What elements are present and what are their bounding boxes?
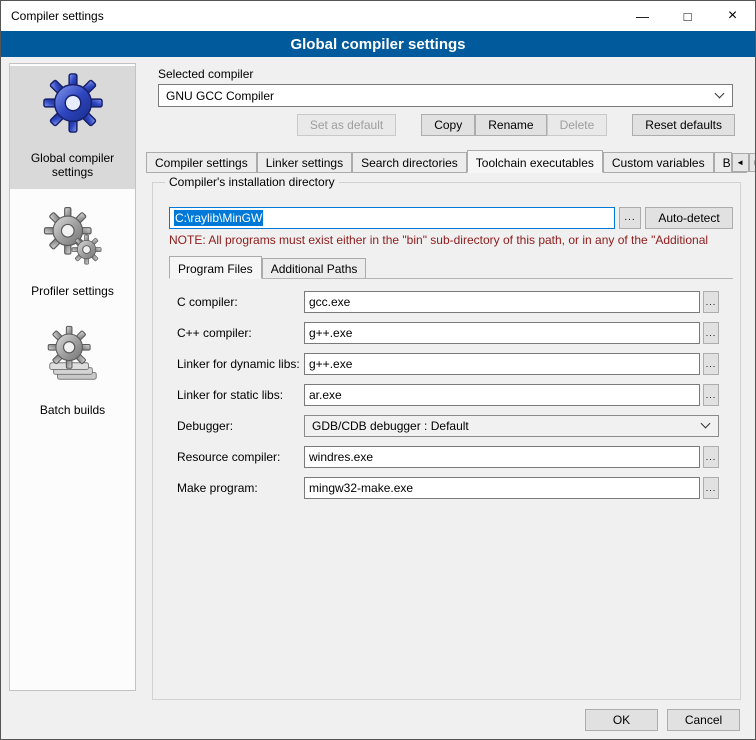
- static-linker-value: ar.exe: [309, 388, 342, 402]
- auto-detect-button[interactable]: Auto-detect: [645, 207, 733, 229]
- subtab-program-files[interactable]: Program Files: [169, 256, 262, 279]
- c-compiler-label: C compiler:: [177, 295, 304, 309]
- subtab-additional-paths[interactable]: Additional Paths: [262, 258, 367, 278]
- sidebar-item-label: Profiler settings: [12, 284, 133, 298]
- global-compiler-gear-icon: [42, 72, 104, 134]
- install-dir-browse-button[interactable]: ...: [619, 207, 641, 229]
- ok-button[interactable]: OK: [585, 709, 658, 731]
- dynamic-linker-input[interactable]: g++.exe: [304, 353, 700, 375]
- install-dir-row: C:\raylib\MinGW ... Auto-detect: [169, 207, 733, 230]
- make-program-row: Make program: mingw32-make.exe ...: [177, 477, 719, 499]
- make-program-browse-button[interactable]: ...: [703, 477, 719, 499]
- tab-scroll-left-icon[interactable]: ◄: [732, 153, 749, 172]
- program-files-tabstrip: Program Files Additional Paths: [169, 257, 733, 279]
- compiler-actions: Set as default Copy Rename Delete Reset …: [144, 114, 735, 136]
- dynamic-linker-value: g++.exe: [309, 357, 352, 371]
- sidebar-item-batch-builds[interactable]: Batch builds: [10, 318, 135, 427]
- debugger-label: Debugger:: [177, 419, 304, 433]
- banner-title: Global compiler settings: [1, 31, 755, 57]
- resource-compiler-value: windres.exe: [309, 450, 373, 464]
- group-title: Compiler's installation directory: [165, 175, 339, 189]
- note-text: NOTE: All programs must exist either in …: [169, 233, 738, 247]
- debugger-value: GDB/CDB debugger : Default: [312, 419, 469, 433]
- tab-build-options[interactable]: Buil: [714, 152, 732, 172]
- dialog-footer: OK Cancel: [585, 709, 740, 731]
- tab-custom-variables[interactable]: Custom variables: [603, 152, 714, 172]
- chevron-down-icon: [701, 419, 711, 429]
- settings-tabstrip: Compiler settings Linker settings Search…: [146, 150, 747, 173]
- debugger-dropdown[interactable]: GDB/CDB debugger : Default: [304, 415, 719, 437]
- main-panel: Selected compiler GNU GCC Compiler Set a…: [144, 63, 747, 739]
- dynamic-linker-label: Linker for dynamic libs:: [177, 357, 304, 371]
- cpp-compiler-input[interactable]: g++.exe: [304, 322, 700, 344]
- titlebar: Compiler settings — □ ×: [1, 1, 755, 31]
- tab-compiler-settings[interactable]: Compiler settings: [146, 152, 257, 172]
- tab-search-directories[interactable]: Search directories: [352, 152, 467, 172]
- window-title: Compiler settings: [1, 9, 104, 23]
- selected-compiler-dropdown[interactable]: GNU GCC Compiler: [158, 84, 733, 107]
- resource-compiler-row: Resource compiler: windres.exe ...: [177, 446, 719, 468]
- compiler-settings-dialog: Compiler settings — □ × Global compiler …: [0, 0, 756, 740]
- debugger-row: Debugger: GDB/CDB debugger : Default: [177, 415, 719, 437]
- static-linker-row: Linker for static libs: ar.exe ...: [177, 384, 719, 406]
- make-program-input[interactable]: mingw32-make.exe: [304, 477, 700, 499]
- tab-scroll-right-icon[interactable]: ►: [749, 153, 756, 172]
- sidebar-item-profiler-settings[interactable]: Profiler settings: [10, 199, 135, 308]
- install-dir-value: C:\raylib\MinGW: [174, 210, 263, 226]
- cpp-compiler-label: C++ compiler:: [177, 326, 304, 340]
- set-as-default-button[interactable]: Set as default: [297, 114, 396, 136]
- make-program-label: Make program:: [177, 481, 304, 495]
- copy-button[interactable]: Copy: [421, 114, 475, 136]
- static-linker-label: Linker for static libs:: [177, 388, 304, 402]
- close-button[interactable]: ×: [710, 1, 755, 31]
- minimize-button[interactable]: —: [620, 1, 665, 31]
- sidebar: Global compiler settings Profiler settin…: [9, 63, 136, 691]
- tab-scroll-arrows: ◄ ►: [732, 153, 756, 172]
- resource-compiler-input[interactable]: windres.exe: [304, 446, 700, 468]
- sidebar-item-label: Global compiler settings: [12, 151, 133, 179]
- static-linker-input[interactable]: ar.exe: [304, 384, 700, 406]
- batch-builds-gear-icon: [42, 324, 104, 386]
- dynamic-linker-browse-button[interactable]: ...: [703, 353, 719, 375]
- make-program-value: mingw32-make.exe: [309, 481, 413, 495]
- resource-compiler-label: Resource compiler:: [177, 450, 304, 464]
- delete-button[interactable]: Delete: [547, 114, 608, 136]
- install-dir-input[interactable]: C:\raylib\MinGW: [169, 207, 615, 229]
- tab-toolchain-executables[interactable]: Toolchain executables: [467, 150, 603, 173]
- c-compiler-browse-button[interactable]: ...: [703, 291, 719, 313]
- cpp-compiler-browse-button[interactable]: ...: [703, 322, 719, 344]
- reset-defaults-button[interactable]: Reset defaults: [632, 114, 735, 136]
- window-controls: — □ ×: [620, 1, 755, 31]
- cancel-button[interactable]: Cancel: [667, 709, 740, 731]
- cpp-compiler-row: C++ compiler: g++.exe ...: [177, 322, 719, 344]
- installation-directory-group: Compiler's installation directory C:\ray…: [152, 182, 741, 700]
- static-linker-browse-button[interactable]: ...: [703, 384, 719, 406]
- sidebar-item-label: Batch builds: [12, 403, 133, 417]
- cpp-compiler-value: g++.exe: [309, 326, 352, 340]
- rename-button[interactable]: Rename: [475, 114, 546, 136]
- program-files-panel: C compiler: gcc.exe ... C++ compiler: g+…: [153, 279, 740, 508]
- profiler-gears-icon: [42, 205, 104, 267]
- c-compiler-value: gcc.exe: [309, 295, 350, 309]
- selected-compiler-label: Selected compiler: [158, 67, 253, 81]
- dynamic-linker-row: Linker for dynamic libs: g++.exe ...: [177, 353, 719, 375]
- tab-linker-settings[interactable]: Linker settings: [257, 152, 352, 172]
- resource-compiler-browse-button[interactable]: ...: [703, 446, 719, 468]
- sidebar-item-global-compiler-settings[interactable]: Global compiler settings: [10, 66, 135, 189]
- c-compiler-input[interactable]: gcc.exe: [304, 291, 700, 313]
- maximize-button[interactable]: □: [665, 1, 710, 31]
- selected-compiler-value: GNU GCC Compiler: [166, 89, 274, 103]
- c-compiler-row: C compiler: gcc.exe ...: [177, 291, 719, 313]
- chevron-down-icon: [715, 88, 725, 98]
